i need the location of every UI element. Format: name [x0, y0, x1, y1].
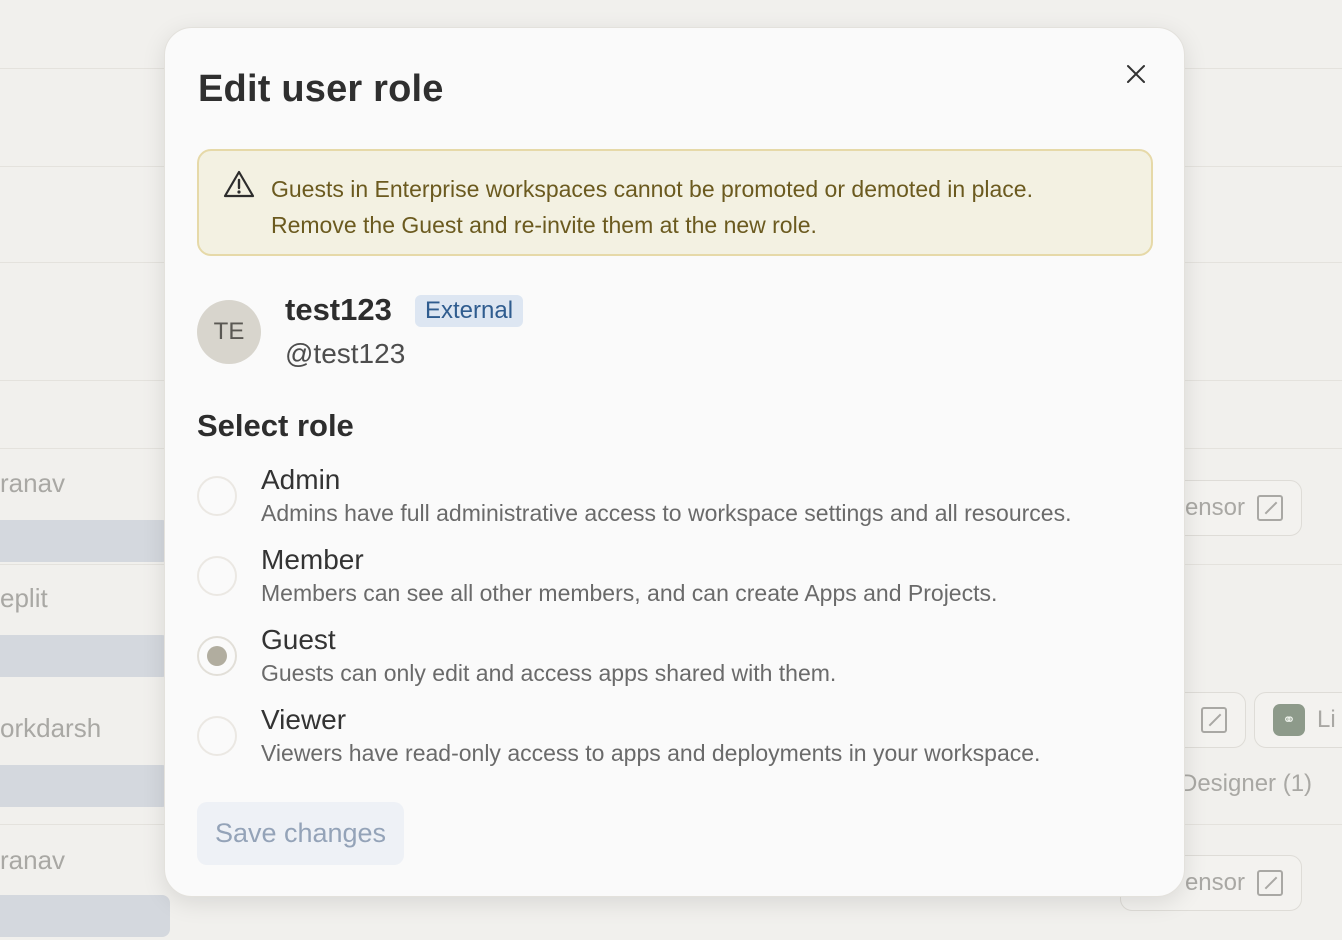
- bg-link-chip: ⚭ Li: [1254, 692, 1342, 748]
- bg-placeholder-bar: [0, 520, 170, 562]
- external-link-icon: [1257, 495, 1283, 521]
- close-button[interactable]: [1116, 54, 1156, 94]
- warning-line: Guests in Enterprise workspaces cannot b…: [271, 176, 1033, 202]
- role-option-member[interactable]: Member Members can see all other members…: [197, 544, 1157, 616]
- external-badge: External: [415, 295, 524, 327]
- select-role-heading: Select role: [197, 408, 354, 443]
- link-icon: ⚭: [1273, 704, 1305, 736]
- radio-button[interactable]: [197, 556, 237, 596]
- role-description: Members can see all other members, and c…: [261, 580, 998, 606]
- role-option-guest[interactable]: Guest Guests can only edit and access ap…: [197, 624, 1157, 696]
- role-description: Guests can only edit and access apps sha…: [261, 660, 837, 686]
- external-link-icon: [1257, 870, 1283, 896]
- radio-button[interactable]: [197, 716, 237, 756]
- role-label: Guest: [261, 624, 336, 655]
- edit-user-role-modal: Edit user role Guests in Enterprise work…: [164, 27, 1185, 897]
- modal-title: Edit user role: [198, 68, 444, 110]
- bg-member-name: ranav: [0, 468, 66, 498]
- role-option-viewer[interactable]: Viewer Viewers have read-only access to …: [197, 704, 1157, 776]
- user-name: test123: [285, 292, 392, 327]
- warning-icon: [223, 170, 255, 198]
- role-label: Viewer: [261, 704, 347, 735]
- bg-member-name: eplit: [0, 583, 48, 613]
- radio-button[interactable]: [197, 476, 237, 516]
- external-link-icon: [1201, 707, 1227, 733]
- bg-placeholder-bar: [0, 765, 170, 807]
- avatar: TE: [197, 300, 261, 364]
- bg-placeholder-bar: [0, 635, 170, 677]
- bg-member-name: orkdarsh: [0, 713, 102, 743]
- role-description: Viewers have read-only access to apps an…: [261, 740, 1041, 766]
- role-label: Admin: [261, 464, 341, 495]
- warning-text: Guests in Enterprise workspaces cannot b…: [271, 171, 1033, 243]
- role-label: Member: [261, 544, 364, 575]
- role-description: Admins have full administrative access t…: [261, 500, 1072, 526]
- bg-chip-label: ensor: [1184, 869, 1245, 896]
- user-handle: @test123: [285, 338, 406, 369]
- bg-link-label: Li: [1317, 706, 1336, 733]
- radio-button-selected[interactable]: [197, 636, 237, 676]
- warning-line: Remove the Guest and re-invite them at t…: [271, 212, 817, 238]
- bg-chip-label: ensor: [1184, 494, 1245, 521]
- bg-placeholder-bar: [0, 895, 170, 937]
- bg-designer-label: Designer (1): [1180, 770, 1313, 797]
- warning-banner: Guests in Enterprise workspaces cannot b…: [197, 149, 1153, 256]
- role-option-admin[interactable]: Admin Admins have full administrative ac…: [197, 464, 1157, 536]
- close-icon: [1127, 65, 1145, 83]
- bg-member-name: ranav: [0, 845, 66, 875]
- save-changes-button[interactable]: Save changes: [197, 802, 404, 865]
